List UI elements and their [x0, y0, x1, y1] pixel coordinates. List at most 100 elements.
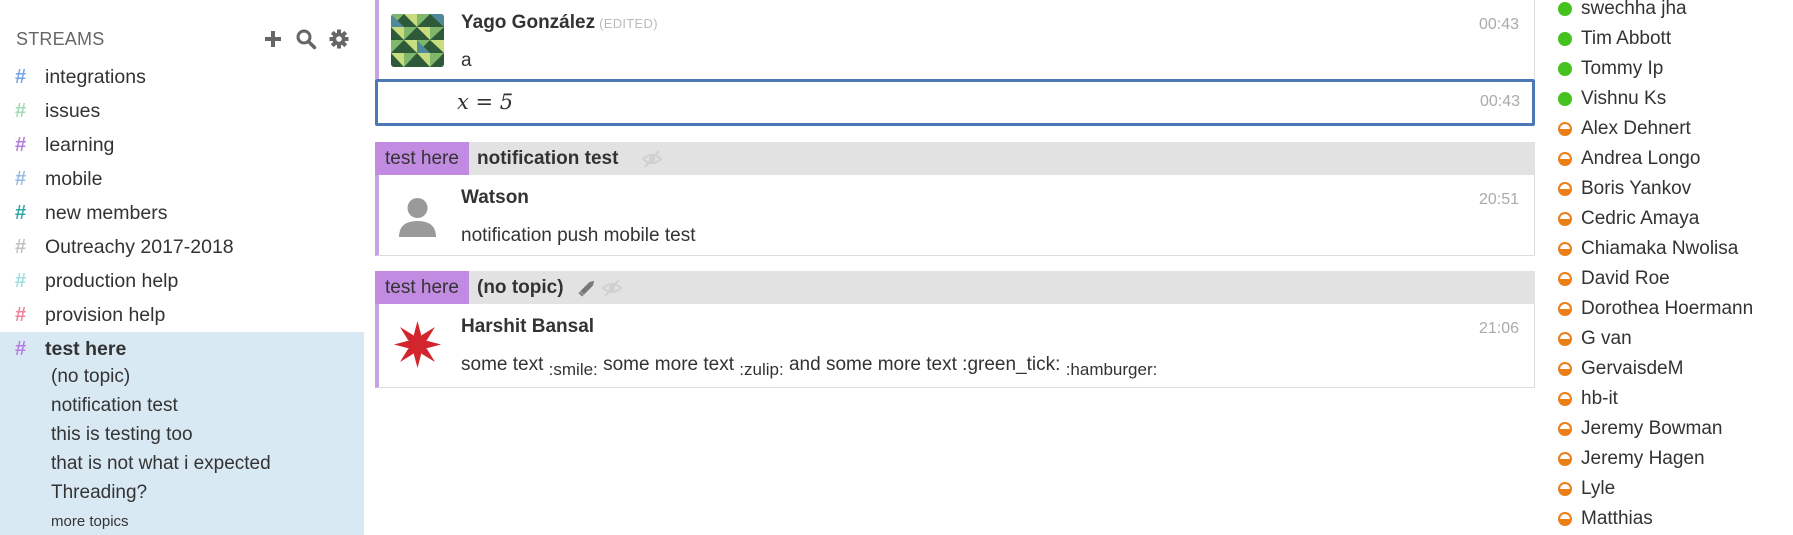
user-name: Chiamaka Nwolisa	[1581, 238, 1739, 259]
user-item[interactable]: Tommy Ip	[1545, 54, 1793, 84]
user-name: Jeremy Hagen	[1581, 448, 1705, 469]
user-item[interactable]: G van	[1545, 324, 1793, 354]
recipient-topic[interactable]: (no topic)	[477, 271, 564, 304]
eye-slash-icon[interactable]	[641, 149, 663, 169]
user-name: Jeremy Bowman	[1581, 418, 1723, 439]
user-list: swechha jha Tim Abbott Tommy Ip Vishnu K…	[1545, 0, 1793, 535]
topic-item[interactable]: (no topic)	[0, 362, 364, 391]
presence-idle-icon	[1558, 422, 1572, 436]
user-name: Alex Dehnert	[1581, 118, 1691, 139]
user-item[interactable]: Tim Abbott	[1545, 24, 1793, 54]
stream-item-provision-help[interactable]: # provision help	[0, 298, 364, 332]
presence-active-icon	[1558, 32, 1572, 46]
recipient-bar: test here (no topic)	[375, 271, 1535, 304]
hash-icon: #	[15, 236, 27, 258]
message-time[interactable]: 20:51	[1479, 191, 1519, 209]
emoji-hamburger: :hamburger:	[1065, 360, 1158, 379]
user-item[interactable]: Vishnu Ks	[1545, 84, 1793, 114]
stream-name: Outreachy 2017-2018	[45, 236, 234, 258]
more-topics-link[interactable]: more topics	[0, 507, 364, 535]
user-item[interactable]: GervaisdeM	[1545, 354, 1793, 384]
user-item[interactable]: swechha jha	[1545, 0, 1793, 24]
stream-name: learning	[45, 134, 115, 156]
presence-active-icon	[1558, 2, 1572, 16]
selected-message-row[interactable]: x = 5 00:43	[375, 79, 1535, 126]
presence-idle-icon	[1558, 482, 1572, 496]
user-name: GervaisdeM	[1581, 358, 1684, 379]
user-item[interactable]: Jeremy Bowman	[1545, 414, 1793, 444]
user-item[interactable]: Jeremy Hagen	[1545, 444, 1793, 474]
message-row[interactable]: Watson 20:51 notification push mobile te…	[375, 175, 1535, 256]
stream-item-integrations[interactable]: # integrations	[0, 60, 364, 94]
user-name: swechha jha	[1581, 0, 1687, 19]
text-fragment: some more text	[603, 354, 734, 375]
avatar[interactable]	[391, 14, 444, 67]
pencil-icon[interactable]	[576, 278, 598, 298]
hash-icon: #	[15, 66, 27, 88]
stream-item-new-members[interactable]: # new members	[0, 196, 364, 230]
text-fragment: and some more text :green_tick:	[788, 354, 1061, 375]
presence-idle-icon	[1558, 452, 1572, 466]
topic-item[interactable]: this is testing too	[0, 420, 364, 449]
streams-header[interactable]: STREAMS	[16, 29, 104, 50]
user-name: Boris Yankov	[1581, 178, 1692, 199]
user-item[interactable]: Boris Yankov	[1545, 174, 1793, 204]
stream-item-issues[interactable]: # issues	[0, 94, 364, 128]
presence-idle-icon	[1558, 272, 1572, 286]
default-avatar-icon[interactable]	[391, 191, 444, 244]
hash-icon: #	[15, 202, 27, 224]
hash-icon: #	[15, 134, 27, 156]
user-item[interactable]: Alex Dehnert	[1545, 114, 1793, 144]
message-time[interactable]: 21:06	[1479, 320, 1519, 338]
user-item[interactable]: David Roe	[1545, 264, 1793, 294]
gear-icon[interactable]	[328, 28, 350, 50]
emoji-smile: :smile:	[548, 360, 598, 379]
stream-item-outreachy[interactable]: # Outreachy 2017-2018	[0, 230, 364, 264]
topic-item[interactable]: notification test	[0, 391, 364, 420]
user-item[interactable]: Matthias	[1545, 504, 1793, 534]
presence-idle-icon	[1558, 302, 1572, 316]
add-stream-icon[interactable]	[262, 28, 284, 50]
eye-slash-icon[interactable]	[601, 278, 623, 298]
stream-name: mobile	[45, 168, 103, 190]
sender-name[interactable]: Harshit Bansal	[461, 316, 594, 338]
avatar[interactable]	[391, 318, 444, 371]
message-row[interactable]: Harshit Bansal 21:06 some text :smile: s…	[375, 304, 1535, 388]
user-item[interactable]: hb-it	[1545, 384, 1793, 414]
stream-name: provision help	[45, 304, 166, 326]
user-item[interactable]: Chiamaka Nwolisa	[1545, 234, 1793, 264]
stream-item-test-here[interactable]: # test here	[0, 332, 364, 366]
stream-item-mobile[interactable]: # mobile	[0, 162, 364, 196]
stream-name: test here	[45, 338, 127, 360]
sender-name[interactable]: Watson	[461, 187, 529, 209]
search-icon[interactable]	[295, 28, 317, 50]
presence-idle-icon	[1558, 212, 1572, 226]
stream-list: # integrations # issues # learning # mobile …	[0, 60, 364, 366]
stream-item-learning[interactable]: # learning	[0, 128, 364, 162]
message-content: some text :smile: some more text :zulip:…	[461, 354, 1158, 379]
message-time[interactable]: 00:43	[1479, 16, 1519, 34]
user-item[interactable]: Lyle	[1545, 474, 1793, 504]
topic-item[interactable]: Threading?	[0, 478, 364, 507]
presence-idle-icon	[1558, 392, 1572, 406]
message-content: notification push mobile test	[461, 225, 696, 246]
topic-item[interactable]: that is not what i expected	[0, 449, 364, 478]
math-content: x = 5	[457, 90, 514, 114]
user-item[interactable]: Andrea Longo	[1545, 144, 1793, 174]
message-feed: Yago González (EDITED) 00:43 a x = 5 00:4…	[375, 0, 1535, 535]
user-item[interactable]: Cedric Amaya	[1545, 204, 1793, 234]
hash-icon: #	[15, 338, 27, 360]
message-sender[interactable]: Yago González (EDITED)	[461, 12, 658, 34]
message-row[interactable]: Yago González (EDITED) 00:43 a	[375, 0, 1535, 79]
presence-active-icon	[1558, 62, 1572, 76]
stream-item-production-help[interactable]: # production help	[0, 264, 364, 298]
user-name: Tim Abbott	[1581, 28, 1672, 49]
recipient-stream[interactable]: test here	[375, 271, 469, 304]
recipient-stream[interactable]: test here	[375, 142, 469, 175]
user-item[interactable]: Dorothea Hoermann	[1545, 294, 1793, 324]
message-content: a	[461, 50, 472, 71]
sender-name[interactable]: Yago González	[461, 12, 595, 33]
message-time[interactable]: 00:43	[1480, 93, 1520, 111]
recipient-topic[interactable]: notification test	[477, 142, 618, 175]
user-name: Matthias	[1581, 508, 1653, 529]
